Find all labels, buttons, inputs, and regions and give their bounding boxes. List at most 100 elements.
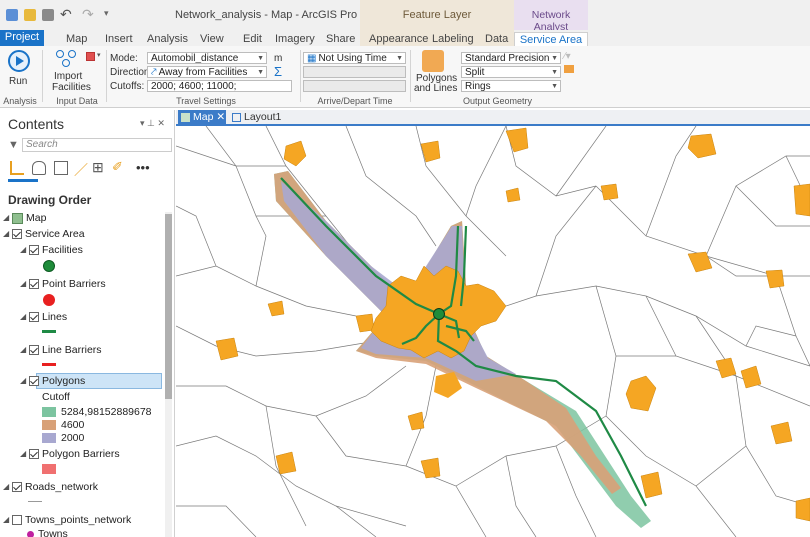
network-analyst-context-band: Network Analyst xyxy=(514,0,588,33)
tab-labeling[interactable]: Labeling xyxy=(432,32,474,46)
list-by-drawing-order-icon[interactable] xyxy=(10,161,24,175)
tab-insert[interactable]: Insert xyxy=(105,32,133,46)
precision-select[interactable]: Standard Precision ▼ xyxy=(461,52,561,64)
analysis-group-label: Analysis xyxy=(3,96,37,106)
tab-map-view[interactable]: Map ✕ xyxy=(178,110,226,126)
arrive-depart-group-label: Arrive/Depart Time xyxy=(317,96,393,106)
map-icon xyxy=(12,212,23,224)
run-button[interactable]: Run xyxy=(9,76,27,87)
filter-icon[interactable]: ▼ xyxy=(8,139,19,151)
list-by-editing-icon[interactable]: ／ xyxy=(74,160,88,180)
line-barriers-checkbox[interactable] xyxy=(29,345,39,356)
tab-edit[interactable]: Edit xyxy=(243,32,262,46)
import-button[interactable]: Import xyxy=(54,71,82,82)
drawing-order-heading: Drawing Order xyxy=(8,193,92,207)
tab-imagery[interactable]: Imagery xyxy=(275,32,315,46)
towns-sub-label: Towns xyxy=(38,528,68,537)
roads-network-checkbox[interactable] xyxy=(12,482,22,493)
cutoffs-label: Cutoffs: xyxy=(110,81,145,92)
pane-options-icon[interactable]: ▾ ⊥ ✕ xyxy=(140,118,165,129)
cutoffs-input[interactable]: 2000; 4600; 11000; xyxy=(147,80,292,92)
tab-view[interactable]: View xyxy=(200,32,224,46)
service-area-checkbox[interactable] xyxy=(12,229,22,240)
ribbon: Run Analysis ▾ Import Facilities Input D… xyxy=(0,46,810,108)
tree-lines[interactable]: ◢ Lines xyxy=(20,309,67,325)
tab-map[interactable]: Map xyxy=(66,32,87,46)
calendar-icon: ▦ xyxy=(307,53,317,64)
active-view-indicator xyxy=(8,179,38,182)
tree-polygons[interactable]: ◢ Polygons xyxy=(20,373,85,389)
tree-point-barriers[interactable]: ◢ Point Barriers xyxy=(20,276,106,292)
map-view-icon xyxy=(181,112,190,122)
open-folder-icon[interactable] xyxy=(24,9,36,21)
tree-polygon-barriers[interactable]: ◢ Polygon Barriers xyxy=(20,446,120,462)
legend-label-inner: 2000 xyxy=(61,432,85,444)
split-select[interactable]: Split ▼ xyxy=(461,66,561,78)
date-input[interactable] xyxy=(303,66,406,78)
list-by-selection-icon[interactable] xyxy=(54,161,68,175)
output-geometry-group-label: Output Geometry xyxy=(462,96,533,106)
tab-analysis[interactable]: Analysis xyxy=(147,32,188,46)
towns-points-checkbox[interactable] xyxy=(12,515,22,526)
tree-line-barriers[interactable]: ◢ Line Barriers xyxy=(20,342,102,358)
travel-settings-group-label: Travel Settings xyxy=(176,96,236,106)
contents-pane: Contents ▾ ⊥ ✕ ▼ Search ／ ⊞ ✐ ••• Drawin… xyxy=(0,110,175,537)
tab-data[interactable]: Data xyxy=(485,32,508,46)
polygon-symbol-icon[interactable] xyxy=(564,65,574,73)
direction-icon: ⤤ xyxy=(151,67,157,78)
tree-roads-network[interactable]: ◢ Roads_network xyxy=(3,479,98,495)
mode-label: Mode: xyxy=(110,53,138,64)
unit-label: m xyxy=(274,53,283,64)
scrollbar-thumb xyxy=(165,214,172,399)
point-barriers-checkbox[interactable] xyxy=(29,279,39,290)
import-facilities-icon[interactable] xyxy=(56,50,78,68)
quick-access-dropdown-icon[interactable]: ▾ xyxy=(104,8,109,19)
tab-layout1[interactable]: Layout1 xyxy=(232,110,281,126)
view-tabs: Map ✕ Layout1 xyxy=(176,110,810,126)
title-bar: ↶ ↷ ▾ Network_analysis - Map - ArcGIS Pr… xyxy=(0,0,810,33)
map-view[interactable]: ▾ xyxy=(176,126,810,537)
town-symbol-icon xyxy=(27,531,34,537)
new-project-icon[interactable] xyxy=(6,9,18,21)
road-symbol-icon xyxy=(28,501,42,502)
direction-select[interactable]: ⤤ Away from Facilities ▼ xyxy=(147,66,267,78)
polygons-button-line2: and Lines xyxy=(414,83,458,94)
tree-service-area[interactable]: ◢ Service Area xyxy=(3,226,85,242)
time-input[interactable] xyxy=(303,80,406,92)
tree-facilities[interactable]: ◢ Facilities xyxy=(20,242,83,258)
search-input[interactable]: Search xyxy=(22,138,172,152)
mode-select[interactable]: Automobil_distance ▼ xyxy=(147,52,267,64)
polygon-barrier-symbol-icon xyxy=(42,464,56,474)
list-by-data-source-icon[interactable] xyxy=(32,161,46,175)
lines-checkbox[interactable] xyxy=(29,312,39,323)
run-icon[interactable] xyxy=(8,50,30,72)
undo-icon[interactable]: ↶ xyxy=(60,6,72,23)
legend-swatch-inner xyxy=(42,433,56,443)
list-by-snapping-icon[interactable]: ⊞ xyxy=(92,159,104,176)
save-icon[interactable] xyxy=(42,9,54,21)
sum-icon[interactable]: Σ xyxy=(274,64,282,79)
line-barrier-symbol-icon xyxy=(42,363,56,366)
tab-service-area[interactable]: Service Area xyxy=(514,32,588,46)
polygons-checkbox[interactable] xyxy=(29,376,39,387)
tab-share[interactable]: Share xyxy=(326,32,355,46)
contents-scrollbar[interactable] xyxy=(165,212,172,537)
polygon-barriers-checkbox[interactable] xyxy=(29,449,39,460)
more-options-icon[interactable]: ••• xyxy=(136,160,150,175)
delete-icon[interactable] xyxy=(86,52,95,61)
list-by-labeling-icon[interactable]: ✐ xyxy=(112,159,123,175)
redo-icon[interactable]: ↷ xyxy=(82,6,94,23)
map-canvas[interactable] xyxy=(176,126,810,537)
feature-layer-context-band: Feature Layer xyxy=(360,0,514,30)
time-select[interactable]: ▦ Not Using Time ▼ xyxy=(303,52,406,64)
facility-point[interactable] xyxy=(433,308,445,320)
tab-project[interactable]: Project xyxy=(0,30,44,46)
tab-appearance[interactable]: Appearance xyxy=(369,32,428,46)
rings-select[interactable]: Rings ▼ xyxy=(461,80,561,92)
tree-map[interactable]: ◢ Map xyxy=(3,210,46,226)
line-symbol-icon[interactable]: ⁄▾ xyxy=(564,51,571,62)
delete-dropdown-icon[interactable]: ▾ xyxy=(97,51,101,59)
input-data-group-label: Input Data xyxy=(56,96,98,106)
facilities-checkbox[interactable] xyxy=(29,245,39,256)
polygons-and-lines-icon[interactable] xyxy=(422,50,444,72)
